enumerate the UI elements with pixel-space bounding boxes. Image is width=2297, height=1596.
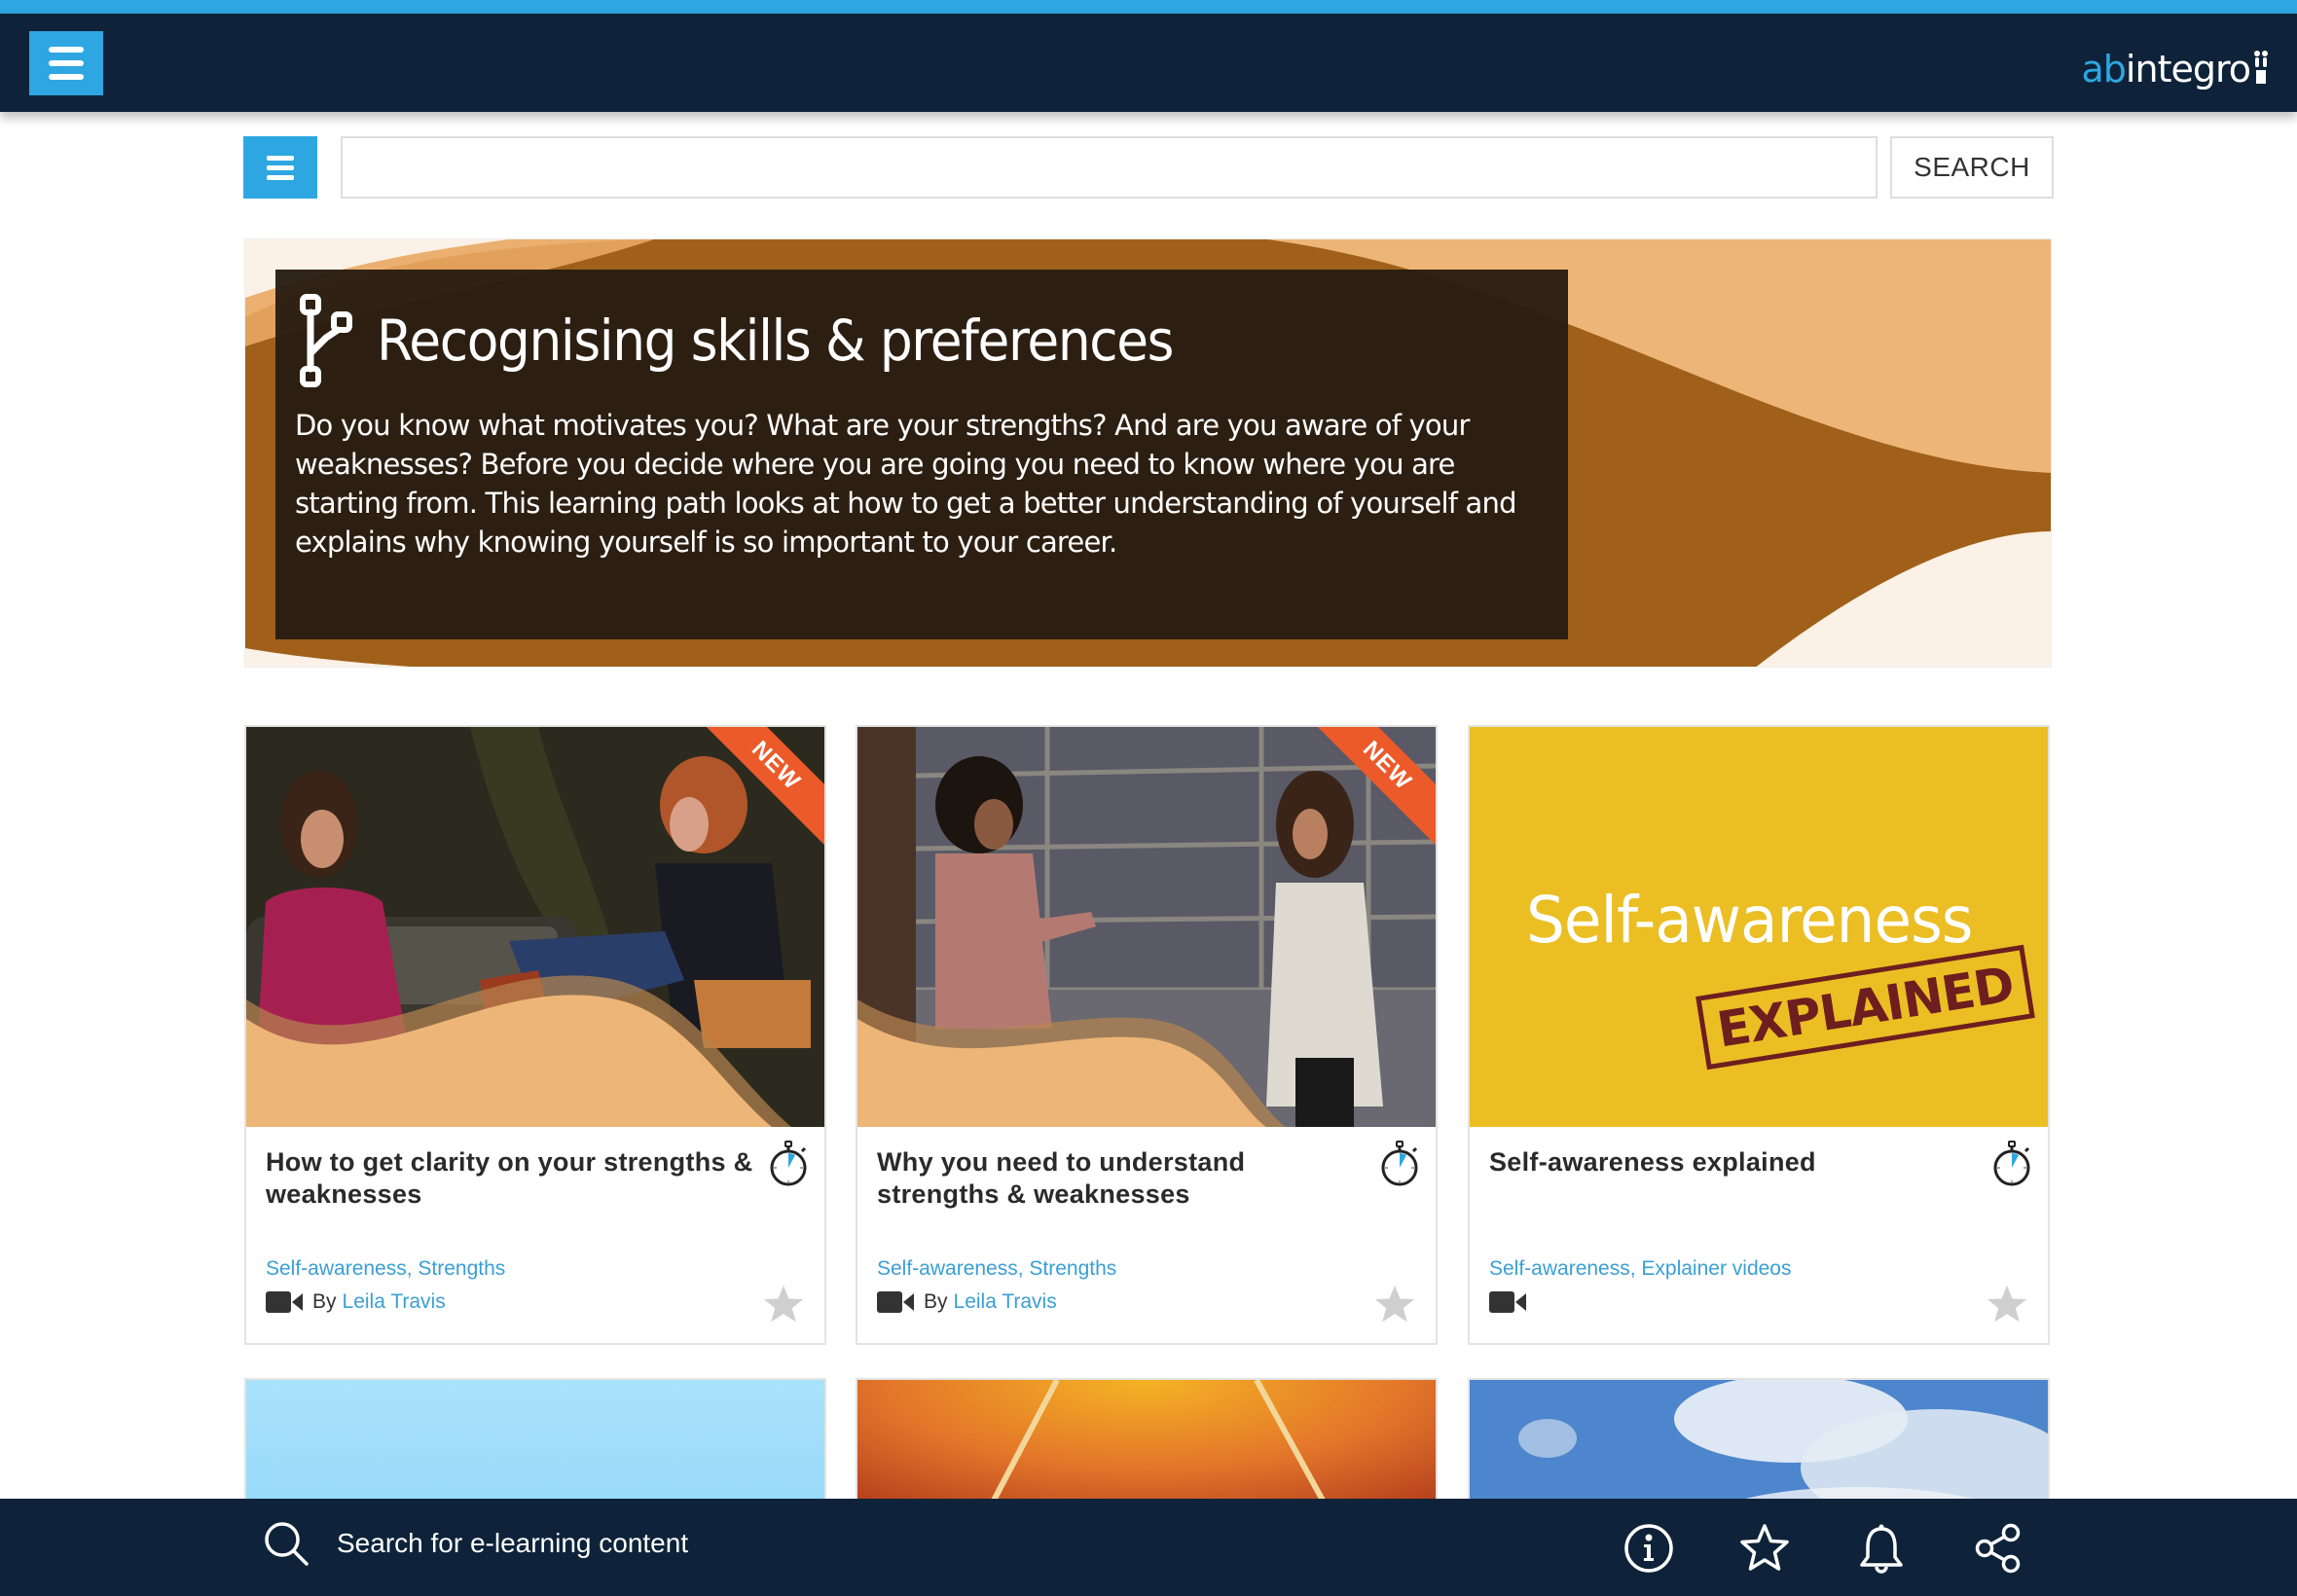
video-camera-icon: [1489, 1291, 1526, 1313]
favorite-star-icon[interactable]: [1986, 1283, 2028, 1325]
filter-menu-button[interactable]: [243, 136, 317, 199]
search-row: SEARCH: [243, 136, 2054, 199]
search-input[interactable]: [341, 136, 1878, 199]
thumbnail-title-text: Self-awareness: [1526, 883, 1973, 958]
bottom-toolbar: Search for e-learning content: [0, 1499, 2297, 1596]
card-title[interactable]: Self-awareness explained: [1489, 1146, 1986, 1179]
favorite-star-icon[interactable]: [1373, 1283, 1416, 1325]
stopwatch-icon: [1381, 1141, 1418, 1186]
star-icon[interactable]: [1738, 1522, 1791, 1575]
stopwatch-icon: [1993, 1141, 2030, 1186]
search-button[interactable]: SEARCH: [1890, 136, 2054, 199]
card-thumbnail[interactable]: NEW: [246, 727, 824, 1127]
app-header: ab integro: [0, 14, 2297, 112]
card-thumbnail[interactable]: NEW: [857, 727, 1436, 1127]
card-title[interactable]: How to get clarity on your strengths & w…: [266, 1146, 762, 1211]
logo-text-ab: ab: [2081, 48, 2127, 91]
banner-description: Do you know what motivates you? What are…: [295, 409, 1517, 559]
logo-people-icon: [2254, 51, 2268, 84]
content-card[interactable]: NEW Why you need to understand strengths…: [856, 725, 1438, 1345]
video-camera-icon: [877, 1291, 914, 1313]
video-camera-icon: [266, 1291, 303, 1313]
logo-text-integro: integro: [2125, 48, 2251, 91]
thumbnail-stamp-text: EXPLAINED: [1695, 944, 2035, 1070]
banner-info-panel: Recognising skills & preferences Do you …: [275, 270, 1568, 639]
by-label: By: [312, 1290, 337, 1313]
footer-search-button[interactable]: Search for e-learning content: [263, 1520, 688, 1567]
abintegro-logo[interactable]: ab integro: [2082, 41, 2271, 88]
video-thumbnail-image: [857, 727, 1436, 1127]
by-label: By: [924, 1290, 948, 1313]
list-icon: [267, 155, 294, 161]
learning-path-icon: [300, 294, 352, 387]
search-icon: [265, 1522, 309, 1566]
learning-path-banner: Recognising skills & preferences Do you …: [244, 238, 2052, 668]
share-icon[interactable]: [1972, 1522, 2024, 1575]
card-title[interactable]: Why you need to understand strengths & w…: [877, 1146, 1373, 1211]
card-tags[interactable]: Self-awareness, Explainer videos: [1489, 1257, 1792, 1281]
card-thumbnail[interactable]: Self-awareness EXPLAINED: [1470, 727, 2048, 1127]
main-menu-button[interactable]: [29, 31, 103, 95]
hamburger-icon: [49, 47, 84, 53]
banner-title: Recognising skills & preferences: [377, 308, 1174, 374]
info-icon[interactable]: [1622, 1522, 1675, 1575]
content-card[interactable]: NEW How to get clarity on your strengths…: [244, 725, 826, 1345]
card-tags[interactable]: Self-awareness, Strengths: [266, 1257, 505, 1281]
footer-search-label: Search for e-learning content: [337, 1528, 689, 1558]
favorite-star-icon[interactable]: [762, 1283, 805, 1325]
author-link[interactable]: Leila Travis: [954, 1290, 1057, 1314]
bell-icon[interactable]: [1855, 1522, 1908, 1575]
content-card[interactable]: Self-awareness EXPLAINED Self-awareness …: [1468, 725, 2050, 1345]
author-link[interactable]: Leila Travis: [343, 1290, 446, 1314]
top-accent-strip: [0, 0, 2297, 14]
video-thumbnail-image: [246, 727, 824, 1127]
card-tags[interactable]: Self-awareness, Strengths: [877, 1257, 1116, 1281]
stopwatch-icon: [770, 1141, 807, 1186]
